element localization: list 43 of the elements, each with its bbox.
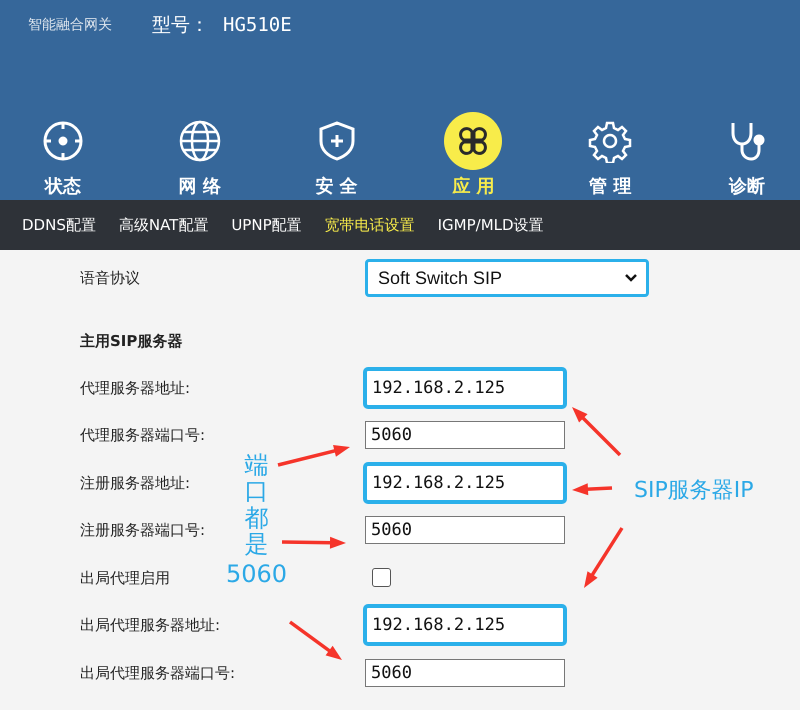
field-label: 出局代理服务器地址:: [80, 616, 220, 634]
field-label: 出局代理启用: [80, 568, 170, 587]
nav-tab[interactable]: 应 用: [432, 112, 514, 198]
sub-tab[interactable]: 高级NAT配置: [118, 216, 208, 234]
target-icon: [41, 119, 85, 163]
annotation-text: 5060: [226, 560, 288, 588]
field-label: 注册服务器地址:: [80, 474, 190, 492]
input-field[interactable]: 5060: [365, 658, 565, 687]
nav-tab[interactable]: 安 全: [296, 112, 378, 198]
model-label: 型号：: [152, 13, 209, 38]
sub-tab[interactable]: IGMP/MLD设置: [438, 216, 544, 234]
annotation-text: 端口都是: [244, 452, 269, 558]
chevron-down-icon: [624, 273, 638, 283]
settings-icon: [588, 119, 632, 163]
input-field[interactable]: 5060: [365, 516, 565, 544]
sub-tab[interactable]: DDNS配置: [22, 216, 96, 234]
nav-tab[interactable]: 诊断: [706, 112, 788, 198]
model-name: HG510E: [223, 14, 292, 36]
nav-tab[interactable]: 网 络: [158, 112, 241, 198]
field-label: 出局代理服务器端口号:: [80, 664, 236, 682]
field-label: 代理服务器地址:: [80, 378, 190, 397]
annotation-arrow: [288, 620, 342, 660]
checkbox[interactable]: [372, 568, 391, 588]
brand-title: 智能融合网关: [28, 16, 112, 34]
input-field[interactable]: 192.168.2.125: [363, 604, 567, 646]
globe-icon: [178, 119, 222, 163]
sub-tab[interactable]: 宽带电话设置: [324, 216, 415, 234]
input-field[interactable]: 5060: [365, 421, 565, 450]
field-label: 代理服务器端口号:: [80, 426, 206, 444]
protocol-select[interactable]: Soft Switch SIP: [365, 259, 649, 297]
input-field[interactable]: 192.168.2.125: [363, 462, 567, 504]
section-title: 主用SIP服务器: [79, 331, 184, 352]
sub-tab[interactable]: UPNP配置: [231, 216, 302, 234]
nav-tab[interactable]: 管 理: [569, 112, 652, 198]
annotation-arrow: [572, 407, 622, 456]
annotation-arrow: [584, 527, 624, 588]
input-field[interactable]: 192.168.2.125: [363, 366, 567, 409]
annotation-text: SIP服务器IP: [634, 477, 754, 505]
annotation-arrow: [282, 536, 346, 549]
field-label: 注册服务器端口号:: [80, 521, 206, 540]
nav-tab[interactable]: 状态: [22, 112, 104, 198]
field-label: 语音协议: [80, 269, 140, 287]
annotation-arrow: [572, 483, 612, 496]
